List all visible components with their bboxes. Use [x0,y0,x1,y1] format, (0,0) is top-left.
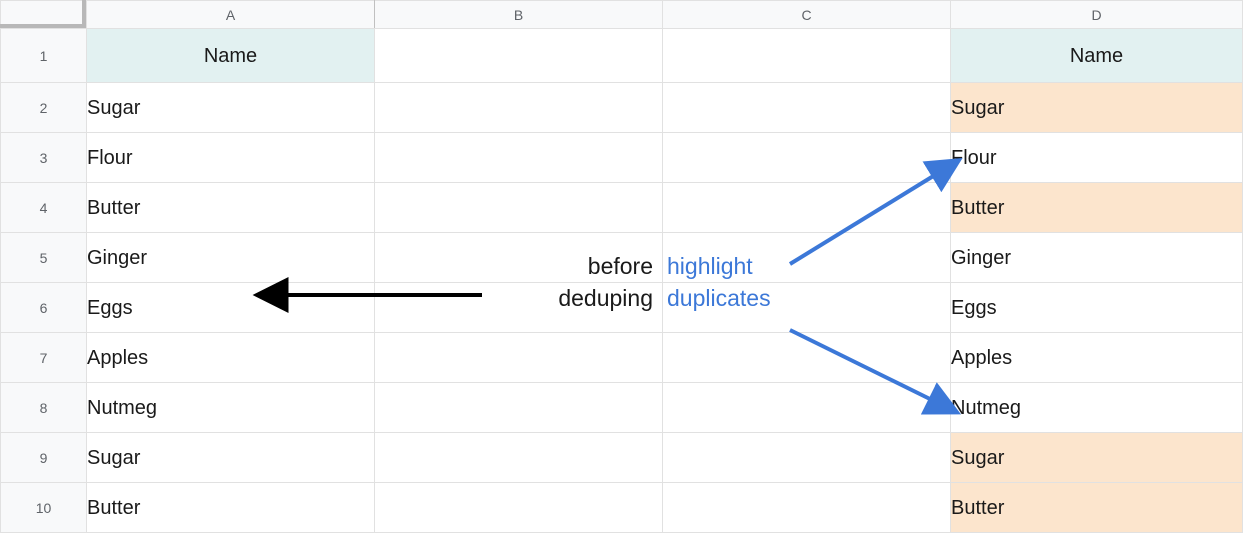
cell-A6[interactable]: Eggs [87,283,375,333]
cell-B4[interactable] [375,183,663,233]
cell-value: Eggs [87,298,374,318]
annotation-before-deduping: before deduping [488,250,653,314]
cell-C7[interactable] [663,333,951,383]
cell-D6[interactable]: Eggs [951,283,1243,333]
cell-D8[interactable]: Nutmeg [951,383,1243,433]
cell-value: Eggs [951,298,1242,318]
row-header-8[interactable]: 8 [1,383,87,433]
cell-value: Sugar [87,98,374,118]
cell-D9[interactable]: Sugar [951,433,1243,483]
cell-A1[interactable]: Name [87,29,375,83]
row-header-3[interactable]: 3 [1,133,87,183]
cell-value: Butter [951,498,1242,518]
cell-value: Nutmeg [951,398,1242,418]
cell-value: Name [87,46,374,66]
table-row: 7 Apples Apples [1,333,1243,383]
row-header-4[interactable]: 4 [1,183,87,233]
cell-B2[interactable] [375,83,663,133]
row-header-label: 1 [40,48,48,64]
cell-value: Butter [87,498,374,518]
cell-D10[interactable]: Butter [951,483,1243,533]
cell-C2[interactable] [663,83,951,133]
row-header-label: 10 [36,500,52,516]
cell-C10[interactable] [663,483,951,533]
cell-A4[interactable]: Butter [87,183,375,233]
row-header-label: 9 [40,450,48,466]
annotation-text: before [588,253,653,279]
row-header-1[interactable]: 1 [1,29,87,83]
cell-D7[interactable]: Apples [951,333,1243,383]
row-header-9[interactable]: 9 [1,433,87,483]
row-header-label: 8 [40,400,48,416]
row-header-label: 4 [40,200,48,216]
table-row: 8 Nutmeg Nutmeg [1,383,1243,433]
table-row: 1 Name Name [1,29,1243,83]
cell-A8[interactable]: Nutmeg [87,383,375,433]
cell-A2[interactable]: Sugar [87,83,375,133]
table-row: 9 Sugar Sugar [1,433,1243,483]
cell-A3[interactable]: Flour [87,133,375,183]
cell-D3[interactable]: Flour [951,133,1243,183]
cell-C4[interactable] [663,183,951,233]
cell-B1[interactable] [375,29,663,83]
col-header-D[interactable]: D [951,1,1243,29]
row-header-label: 5 [40,250,48,266]
row-header-label: 7 [40,350,48,366]
annotation-text: duplicates [667,285,771,311]
cell-D2[interactable]: Sugar [951,83,1243,133]
col-header-label: D [1091,7,1101,23]
cell-value: Apples [87,348,374,368]
cell-value: Sugar [951,98,1242,118]
col-header-A[interactable]: A [87,1,375,29]
col-header-B[interactable]: B [375,1,663,29]
cell-C9[interactable] [663,433,951,483]
cell-A10[interactable]: Butter [87,483,375,533]
cell-value: Flour [87,148,374,168]
table-row: 2 Sugar Sugar [1,83,1243,133]
cell-C1[interactable] [663,29,951,83]
cell-B10[interactable] [375,483,663,533]
cell-D1[interactable]: Name [951,29,1243,83]
cell-A7[interactable]: Apples [87,333,375,383]
cell-value: Flour [951,148,1242,168]
cell-B8[interactable] [375,383,663,433]
cell-value: Nutmeg [87,398,374,418]
cell-B7[interactable] [375,333,663,383]
cell-value: Apples [951,348,1242,368]
cell-value: Name [951,46,1242,66]
row-header-label: 3 [40,150,48,166]
table-row: 4 Butter Butter [1,183,1243,233]
row-header-5[interactable]: 5 [1,233,87,283]
annotation-text: highlight [667,253,753,279]
annotation-text: deduping [558,285,653,311]
annotation-highlight-duplicates: highlight duplicates [667,250,771,314]
col-header-label: B [514,7,523,23]
table-row: 3 Flour Flour [1,133,1243,183]
col-header-C[interactable]: C [663,1,951,29]
row-header-10[interactable]: 10 [1,483,87,533]
cell-value: Ginger [951,248,1242,268]
cell-D4[interactable]: Butter [951,183,1243,233]
cell-A5[interactable]: Ginger [87,233,375,283]
row-header-6[interactable]: 6 [1,283,87,333]
col-header-label: C [801,7,811,23]
cell-value: Ginger [87,248,374,268]
cell-A9[interactable]: Sugar [87,433,375,483]
cell-value: Sugar [87,448,374,468]
cell-B3[interactable] [375,133,663,183]
row-header-7[interactable]: 7 [1,333,87,383]
select-all-corner[interactable] [1,1,87,29]
cell-C8[interactable] [663,383,951,433]
row-header-2[interactable]: 2 [1,83,87,133]
cell-D5[interactable]: Ginger [951,233,1243,283]
row-header-label: 6 [40,300,48,316]
col-header-label: A [226,7,235,23]
table-row: 10 Butter Butter [1,483,1243,533]
cell-C3[interactable] [663,133,951,183]
cell-value: Sugar [951,448,1242,468]
cell-value: Butter [951,198,1242,218]
cell-B9[interactable] [375,433,663,483]
cell-value: Butter [87,198,374,218]
row-header-label: 2 [40,100,48,116]
